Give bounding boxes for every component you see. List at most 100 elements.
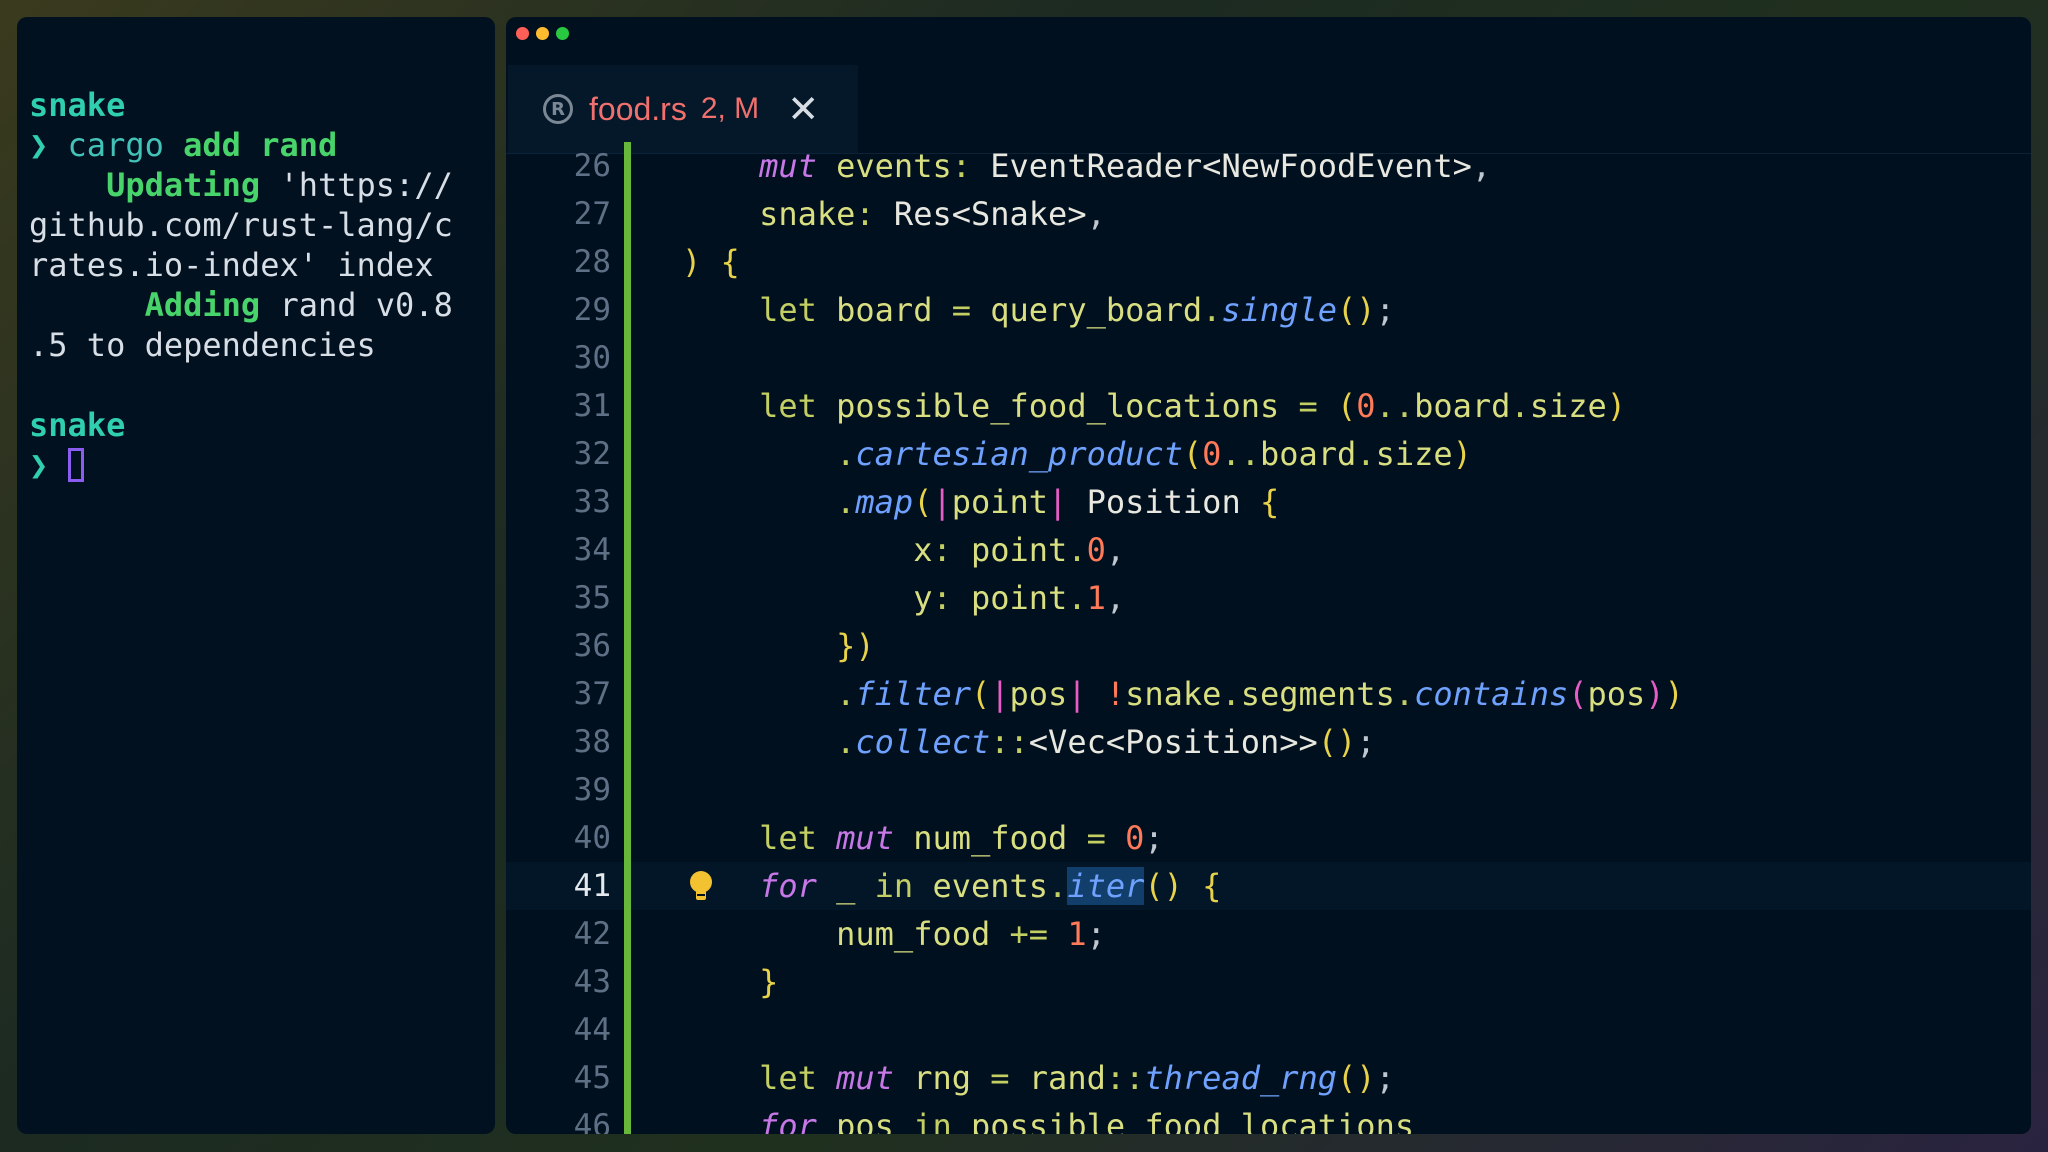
code-token: let xyxy=(759,387,817,425)
code-token: : xyxy=(932,579,971,617)
git-modified-marker xyxy=(624,526,631,574)
code-token: num_food xyxy=(913,819,1068,857)
line-number: 30 xyxy=(573,340,611,376)
code-token: , xyxy=(1471,147,1492,185)
code-token: { xyxy=(1259,483,1280,521)
code-token: 0 xyxy=(1086,531,1106,569)
code-token: 0 xyxy=(1202,435,1222,473)
code-token: ) xyxy=(1664,675,1684,713)
code-text: .filter(|pos| !snake.segments.contains(p… xyxy=(682,670,1684,718)
code-token: ; xyxy=(1144,819,1164,857)
code-line[interactable]: 33 .map(|point| Position { xyxy=(506,478,2031,526)
code-line[interactable]: 37 .filter(|pos| !snake.segments.contain… xyxy=(506,670,2031,718)
code-editor[interactable]: R food.rs 2, M ✕ 26 mut events: EventRea… xyxy=(506,17,2031,1134)
code-token: pos xyxy=(836,1107,894,1134)
code-text: .map(|point| Position { xyxy=(682,478,1279,526)
git-modified-marker xyxy=(624,142,631,190)
code-line[interactable]: 32 .cartesian_product(0..board.size) xyxy=(506,430,2031,478)
line-number: 41 xyxy=(573,868,611,904)
terminal-pane[interactable]: snake ❯ cargo add rand Updating 'https://… xyxy=(17,17,495,1134)
code-line[interactable]: 35 y: point.1, xyxy=(506,574,2031,622)
code-token: ( xyxy=(1337,387,1357,425)
code-text: let board = query_board.single(); xyxy=(682,286,1395,334)
code-line[interactable]: 31 let possible_food_locations = (0..boa… xyxy=(506,382,2031,430)
git-modified-marker xyxy=(624,622,631,670)
code-token: ! xyxy=(1105,675,1126,713)
code-token: () xyxy=(1337,291,1376,329)
code-line[interactable]: 41 for _ in events.iter() { xyxy=(506,862,2031,910)
terminal-cursor xyxy=(67,448,84,482)
tab-food-rs[interactable]: R food.rs 2, M ✕ xyxy=(508,65,858,153)
tab-problem-status: 2, M xyxy=(700,92,760,125)
code-token: , xyxy=(1086,195,1106,233)
terminal-line: snake xyxy=(29,405,453,445)
code-line[interactable]: 38 .collect::<Vec<Position>>(); xyxy=(506,718,2031,766)
code-token: ; xyxy=(1375,1059,1395,1097)
code-token: _ xyxy=(836,867,856,905)
line-number: 39 xyxy=(573,772,611,808)
code-token: 0 xyxy=(1356,387,1376,425)
code-line[interactable]: 27 snake: Res<Snake>, xyxy=(506,190,2031,238)
line-number: 43 xyxy=(573,964,611,1000)
code-token: let xyxy=(759,291,817,329)
code-text: for pos in possible_food_locations xyxy=(682,1102,1414,1134)
terminal-text: rates.io-index' index xyxy=(29,246,434,284)
close-window-button[interactable] xyxy=(516,27,529,40)
terminal-text: 'https:// xyxy=(260,166,453,204)
code-line[interactable]: 30 xyxy=(506,334,2031,382)
code-line[interactable]: 26 mut events: EventReader<NewFoodEvent>… xyxy=(506,142,2031,190)
close-icon[interactable]: ✕ xyxy=(787,90,819,128)
code-line[interactable]: 46 for pos in possible_food_locations xyxy=(506,1102,2031,1134)
code-token: y xyxy=(913,579,933,617)
minimize-window-button[interactable] xyxy=(536,27,549,40)
code-token: .. xyxy=(1375,387,1415,425)
code-token: = xyxy=(932,291,991,329)
code-line[interactable]: 29 let board = query_board.single(); xyxy=(506,286,2031,334)
code-text: let mut rng = rand::thread_rng(); xyxy=(682,1054,1395,1102)
terminal-line: .5 to dependencies xyxy=(29,325,453,365)
git-modified-marker xyxy=(624,814,631,862)
code-token: () xyxy=(1144,867,1183,905)
terminal-output: snake ❯ cargo add rand Updating 'https://… xyxy=(29,85,453,485)
code-line[interactable]: 45 let mut rng = rand::thread_rng(); xyxy=(506,1054,2031,1102)
code-line[interactable]: 39 xyxy=(506,766,2031,814)
code-token: segments xyxy=(1240,675,1395,713)
code-line[interactable]: 28) { xyxy=(506,238,2031,286)
code-line[interactable]: 42 num_food += 1; xyxy=(506,910,2031,958)
code-text: x: point.0, xyxy=(682,526,1125,574)
code-token: ; xyxy=(1086,915,1106,953)
git-modified-marker xyxy=(624,574,631,622)
code-token: . xyxy=(1394,675,1415,713)
code-token: . xyxy=(836,483,856,521)
code-token: }) xyxy=(836,627,875,665)
terminal-line: snake xyxy=(29,85,453,125)
terminal-line: Updating 'https:// xyxy=(29,165,453,205)
code-token: . xyxy=(1221,675,1241,713)
code-token: cartesian_product xyxy=(855,435,1183,473)
zoom-window-button[interactable] xyxy=(556,27,569,40)
code-line[interactable]: 43 } xyxy=(506,958,2031,1006)
code-line[interactable]: 36 }) xyxy=(506,622,2031,670)
code-line[interactable]: 40 let mut num_food = 0; xyxy=(506,814,2031,862)
line-number: 35 xyxy=(573,580,611,616)
code-token: Res<Snake> xyxy=(893,195,1087,233)
code-token: let xyxy=(759,819,817,857)
code-line[interactable]: 34 x: point.0, xyxy=(506,526,2031,574)
code-token: , xyxy=(1105,579,1126,617)
code-token: num_food xyxy=(836,915,991,953)
code-token: mut xyxy=(836,1059,894,1097)
code-line[interactable]: 44 xyxy=(506,1006,2031,1054)
code-token: } xyxy=(759,963,779,1001)
